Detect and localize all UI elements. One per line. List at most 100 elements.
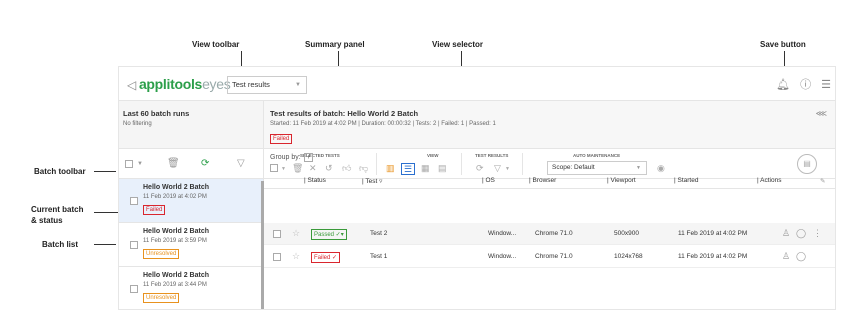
mode-select[interactable]: Test results ▼ <box>227 76 307 94</box>
batch-list-title: Last 60 batch runs <box>123 109 190 118</box>
batch-item[interactable]: Hello World 2 Batch 11 Feb 2019 at 3:44 … <box>119 267 263 309</box>
batch-panel: Last 60 batch runs No filtering ▼ 🗑︎ ⟳ ▽… <box>119 101 264 309</box>
save-icon: ▤ <box>803 159 811 168</box>
test-browser: Chrome 71.0 <box>535 230 573 237</box>
callout-save-button: Save button <box>760 40 806 49</box>
select-dropdown-icon[interactable]: ▼ <box>281 166 286 172</box>
column-test[interactable]: | Test ▿ <box>362 177 382 185</box>
batch-item[interactable]: Hello World 2 Batch 11 Feb 2019 at 3:59 … <box>119 223 263 267</box>
select-all-batches-checkbox[interactable] <box>125 160 133 168</box>
test-results-label: TEST RESULTS <box>475 153 509 158</box>
batch-name: Hello World 2 Batch <box>143 272 209 279</box>
test-name[interactable]: Test 2 <box>370 230 387 237</box>
column-started[interactable]: | Started <box>674 177 698 184</box>
batch-date: 11 Feb 2019 at 3:44 PM <box>143 282 207 288</box>
status-badge: Failed <box>143 205 166 215</box>
edit-columns-icon[interactable]: ✎ <box>820 177 825 185</box>
leader-batch-toolbar <box>94 171 116 172</box>
select-all-tests-checkbox[interactable] <box>270 164 278 172</box>
test-name[interactable]: Test 1 <box>370 253 387 260</box>
batch-item-current[interactable]: Hello World 2 Batch 11 Feb 2019 at 4:02 … <box>119 179 263 223</box>
user-icon[interactable]: ♙ <box>782 228 790 239</box>
help-icon[interactable]: ⓘ <box>800 79 811 91</box>
batch-checkbox[interactable] <box>130 197 138 205</box>
filter-dropdown-icon[interactable]: ▼ <box>505 166 510 172</box>
chevron-down-icon: ▼ <box>295 82 301 88</box>
callout-current-batch-line2: & status <box>31 216 63 225</box>
test-viewport: 500x900 <box>614 230 639 237</box>
applitools-logo[interactable]: ◁ applitoolseyes <box>127 76 231 92</box>
toolbar-divider <box>522 153 523 175</box>
back-chevron-icon[interactable]: ◁ <box>127 78 136 92</box>
save-button[interactable]: ▤ <box>797 154 817 174</box>
star-icon[interactable]: ☆ <box>292 228 300 239</box>
app-window: ◁ applitoolseyes Test results ▼ 🔔︎ ⓘ ☰ Last… <box>118 66 836 310</box>
batch-date: 11 Feb 2019 at 3:59 PM <box>143 238 207 244</box>
user-icon[interactable]: ♙ <box>782 251 790 262</box>
callout-view-selector: View selector <box>432 40 483 49</box>
summary-title: Test results of batch: Hello World 2 Bat… <box>270 109 419 118</box>
share-icon[interactable]: ⋘ <box>816 109 827 118</box>
column-status[interactable]: | Status <box>304 177 326 184</box>
callout-view-toolbar: View toolbar <box>192 40 240 49</box>
batch-checkbox[interactable] <box>130 241 138 249</box>
leader-batch-list <box>94 244 116 245</box>
status-badge: Unresolved <box>143 249 180 259</box>
status-badge: Unresolved <box>143 293 180 303</box>
row-checkbox[interactable] <box>273 253 281 261</box>
batch-filter-text: No filtering <box>123 121 152 127</box>
batch-toolbar: ▼ 🗑︎ ⟳ ▽ <box>119 149 263 179</box>
bell-icon[interactable]: 🔔︎ <box>776 79 790 91</box>
callout-batch-toolbar: Batch toolbar <box>34 167 86 176</box>
group-by-label: Group by: <box>270 154 301 161</box>
column-browser[interactable]: | Browser <box>529 177 556 184</box>
batch-list-header: Last 60 batch runs No filtering <box>119 101 263 149</box>
auto-maintenance-label: AUTO MAINTENANCE <box>573 153 621 158</box>
comment-icon[interactable]: ◯ <box>796 251 806 262</box>
summary-status-badge: Failed <box>270 134 293 144</box>
header-bar: ◁ applitoolseyes Test results ▼ 🔔︎ ⓘ ☰ <box>119 67 835 101</box>
batch-checkbox[interactable] <box>130 285 138 293</box>
callout-current-batch-line1: Current batch <box>31 205 84 214</box>
batch-date: 11 Feb 2019 at 4:02 PM <box>143 194 207 200</box>
column-actions[interactable]: | Actions <box>757 177 781 184</box>
test-os: Window... <box>488 230 517 237</box>
toolbar-divider <box>376 153 377 175</box>
add-group-icon[interactable]: + <box>303 153 313 162</box>
table-row[interactable]: ☆ Passed ✓▾ Test 2 Window... Chrome 71.0… <box>264 223 835 245</box>
test-started: 11 Feb 2019 at 4:02 PM <box>678 230 748 237</box>
select-dropdown-icon[interactable]: ▼ <box>137 161 143 167</box>
refresh-icon[interactable]: ⟳ <box>201 158 209 169</box>
more-icon[interactable]: ⋮ <box>813 228 822 239</box>
leader-current-batch <box>94 212 120 213</box>
logo-brand: applitools <box>138 76 203 92</box>
callout-current-batch: Current batch & status <box>31 204 83 226</box>
status-badge[interactable]: Failed ✓ <box>311 252 341 263</box>
comment-icon[interactable]: ◯ <box>796 228 806 239</box>
view-label: VIEW <box>427 153 439 158</box>
table-header: | Status | Test ▿ | OS | Browser | Viewp… <box>264 173 835 189</box>
test-browser: Chrome 71.0 <box>535 253 573 260</box>
column-viewport[interactable]: | Viewport <box>607 177 636 184</box>
batch-name: Hello World 2 Batch <box>143 228 209 235</box>
test-viewport: 1024x768 <box>614 253 643 260</box>
summary-stats: Started: 11 Feb 2019 at 4:02 PM | Durati… <box>270 121 496 127</box>
delete-batch-icon[interactable]: 🗑︎ <box>167 158 180 169</box>
user-settings-icon[interactable]: ☰ <box>821 79 831 91</box>
test-started: 11 Feb 2019 at 4:02 PM <box>678 253 748 260</box>
column-os[interactable]: | OS <box>482 177 495 184</box>
filter-icon[interactable]: ▽ <box>237 158 245 169</box>
table-row[interactable]: ☆ Failed ✓ Test 1 Window... Chrome 71.0 … <box>264 246 835 268</box>
callout-summary-panel: Summary panel <box>305 40 365 49</box>
star-icon[interactable]: ☆ <box>292 251 300 262</box>
toolbar-divider <box>461 153 462 175</box>
group-by: Group by: + <box>270 153 313 162</box>
callout-batch-list: Batch list <box>42 240 79 249</box>
scope-select-value: Scope: Default <box>552 164 595 171</box>
status-badge[interactable]: Passed ✓▾ <box>311 229 347 240</box>
results-panel: Test results of batch: Hello World 2 Bat… <box>264 101 835 309</box>
test-os: Window... <box>488 253 517 260</box>
summary-panel: Test results of batch: Hello World 2 Bat… <box>264 101 835 149</box>
batch-name: Hello World 2 Batch <box>143 184 209 191</box>
row-checkbox[interactable] <box>273 230 281 238</box>
